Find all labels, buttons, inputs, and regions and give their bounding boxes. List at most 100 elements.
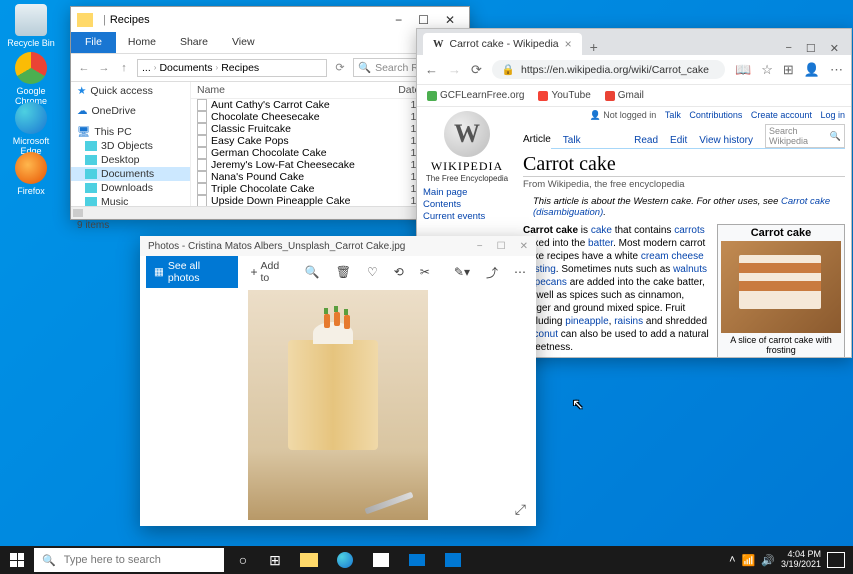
link[interactable]: raisins	[614, 316, 643, 327]
minimize-button[interactable]: −	[395, 13, 402, 27]
read-aloud-icon[interactable]: 📖	[735, 62, 751, 78]
breadcrumb[interactable]: ... › Documents › Recipes	[137, 59, 327, 77]
tray-volume-icon[interactable]: 🔊	[761, 554, 775, 567]
profile-icon[interactable]: 👤	[804, 62, 820, 78]
new-tab-button[interactable]: +	[582, 39, 606, 55]
link[interactable]: batter	[588, 238, 613, 249]
sidebar-quick-access[interactable]: ★Quick access	[71, 84, 190, 98]
desktop-icon-edge[interactable]: Microsoft Edge	[6, 102, 56, 156]
ribbon-tab-view[interactable]: View	[220, 32, 267, 53]
cortana-button[interactable]: ○	[228, 546, 258, 574]
nav-main-page[interactable]: Main page	[423, 187, 511, 198]
close-button[interactable]: ✕	[445, 13, 455, 27]
desktop-icon-chrome[interactable]: Google Chrome	[6, 52, 56, 106]
wiki-search-input[interactable]: Search Wikipedia🔍	[765, 124, 845, 148]
taskbar-app-photos[interactable]	[436, 546, 470, 574]
fullscreen-button[interactable]: ⤢	[515, 501, 526, 518]
taskbar-app-mail[interactable]	[400, 546, 434, 574]
bookmark-gcf[interactable]: GCFLearnFree.org	[427, 90, 524, 101]
edit-button[interactable]: ✎▾	[450, 261, 474, 283]
ribbon-tab-share[interactable]: Share	[168, 32, 220, 53]
more-button[interactable]: ⋯	[510, 261, 530, 283]
tab-history[interactable]: View history	[699, 133, 753, 148]
user-login[interactable]: Log in	[820, 110, 845, 120]
minimize-button[interactable]: −	[785, 42, 791, 55]
nav-current-events[interactable]: Current events	[423, 211, 511, 222]
tray-chevron-up-icon[interactable]: ˄	[729, 554, 735, 566]
taskbar-search-input[interactable]: 🔍 Type here to search	[34, 548, 224, 572]
sidebar-item-desktop[interactable]: Desktop	[71, 153, 190, 167]
photo-viewport[interactable]	[248, 290, 428, 520]
desktop-icon-firefox[interactable]: Firefox	[6, 152, 56, 196]
see-all-photos-button[interactable]: ▦See all photos	[146, 256, 238, 288]
sidebar-item-3d[interactable]: 3D Objects	[71, 139, 190, 153]
refresh-button[interactable]: ⟳	[333, 61, 347, 74]
sidebar-item-music[interactable]: Music	[71, 195, 190, 206]
forward-button[interactable]: →	[448, 62, 461, 77]
sidebar-item-documents[interactable]: Documents	[71, 167, 190, 181]
nav-contents[interactable]: Contents	[423, 199, 511, 210]
tab-article[interactable]: Article	[523, 132, 551, 149]
up-button[interactable]: ↑	[117, 62, 131, 74]
sidebar-onedrive[interactable]: ☁OneDrive	[71, 104, 190, 118]
link[interactable]: cake	[591, 225, 612, 236]
maximize-button[interactable]: ☐	[806, 42, 816, 55]
wikipedia-logo[interactable]: WIKIPEDIA The Free Encyclopedia	[423, 111, 511, 183]
tray-network-icon[interactable]: 📶	[742, 554, 756, 567]
zoom-button[interactable]: 🔍	[301, 261, 324, 283]
maximize-button[interactable]: ☐	[418, 13, 429, 27]
photos-titlebar[interactable]: Photos - Cristina Matos Albers_Unsplash_…	[140, 236, 536, 256]
rotate-button[interactable]: ⟲	[390, 261, 408, 283]
ribbon-tab-home[interactable]: Home	[116, 32, 168, 53]
user-talk[interactable]: Talk	[665, 110, 681, 120]
link[interactable]: carrots	[674, 225, 705, 236]
minimize-button[interactable]: −	[477, 241, 483, 252]
sidebar-item-downloads[interactable]: Downloads	[71, 181, 190, 195]
action-center-button[interactable]	[827, 552, 845, 568]
menu-icon[interactable]: ⋯	[830, 62, 843, 78]
infobox-image[interactable]	[721, 241, 841, 333]
link[interactable]: pineapple	[565, 316, 608, 327]
close-button[interactable]: ✕	[520, 241, 528, 252]
tab-read[interactable]: Read	[634, 133, 658, 148]
user-create-account[interactable]: Create account	[751, 110, 812, 120]
taskbar-app-explorer[interactable]	[292, 546, 326, 574]
crop-button[interactable]: ✂	[416, 261, 434, 283]
bookmark-youtube[interactable]: YouTube	[538, 90, 590, 101]
delete-button[interactable]: 🗑	[332, 261, 355, 283]
sidebar-this-pc[interactable]: 🖥This PC	[71, 124, 190, 139]
add-to-button[interactable]: +Add to	[246, 256, 292, 288]
url-input[interactable]: 🔒 https://en.wikipedia.org/wiki/Carrot_c…	[492, 60, 725, 79]
ribbon-file[interactable]: File	[71, 32, 116, 53]
favorites-icon[interactable]: ☆	[761, 62, 773, 78]
start-button[interactable]	[0, 546, 34, 574]
breadcrumb-docs[interactable]: Documents	[159, 62, 212, 74]
refresh-button[interactable]: ⟳	[471, 62, 482, 78]
back-button[interactable]: ←	[77, 62, 91, 74]
tab-edit[interactable]: Edit	[670, 133, 687, 148]
search-icon[interactable]: 🔍	[830, 131, 841, 142]
link[interactable]: walnuts	[673, 264, 707, 275]
share-button[interactable]: ⤴	[482, 260, 502, 285]
bookmark-gmail[interactable]: Gmail	[605, 90, 644, 101]
close-button[interactable]: ✕	[830, 42, 839, 55]
col-name[interactable]: Name	[197, 84, 398, 96]
breadcrumb-up[interactable]: ...	[142, 62, 151, 74]
maximize-button[interactable]: ☐	[497, 241, 506, 252]
tab-talk[interactable]: Talk	[563, 133, 581, 148]
tab-close-button[interactable]: ×	[565, 37, 572, 51]
browser-tab[interactable]: W Carrot cake - Wikipedia ×	[423, 33, 582, 55]
explorer-titlebar[interactable]: | Recipes − ☐ ✕	[71, 7, 469, 32]
horizontal-scrollbar[interactable]	[71, 206, 469, 218]
collections-icon[interactable]: ⊞	[783, 62, 794, 78]
taskbar-app-edge[interactable]	[328, 546, 362, 574]
forward-button[interactable]: →	[97, 62, 111, 74]
favorite-button[interactable]: ♡	[363, 261, 382, 283]
back-button[interactable]: ←	[425, 62, 438, 77]
user-contributions[interactable]: Contributions	[689, 110, 742, 120]
link[interactable]: pecans	[535, 277, 567, 288]
task-view-button[interactable]: ⊞	[260, 546, 290, 574]
breadcrumb-recipes[interactable]: Recipes	[221, 62, 259, 74]
taskbar-app-store[interactable]	[364, 546, 398, 574]
clock[interactable]: 4:04 PM 3/19/2021	[781, 550, 821, 570]
